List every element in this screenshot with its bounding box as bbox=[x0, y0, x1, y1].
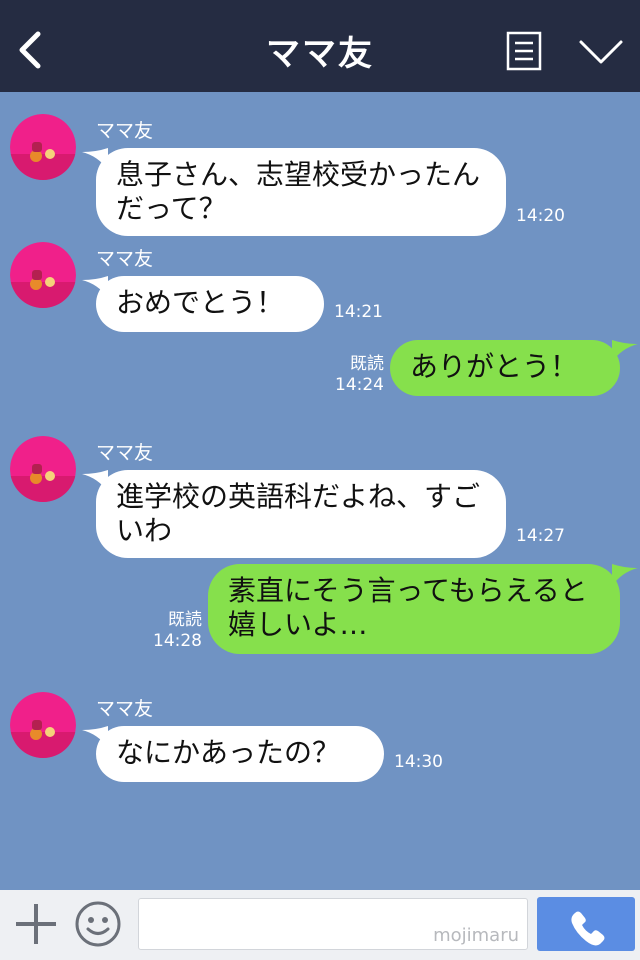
watermark-text: mojimaru bbox=[433, 925, 519, 946]
read-receipt: 既読 14:28 bbox=[148, 610, 202, 652]
sender-name: ママ友 bbox=[96, 248, 154, 270]
avatar[interactable] bbox=[10, 692, 76, 758]
avatar[interactable] bbox=[10, 436, 76, 502]
message-bubble[interactable]: 進学校の英語科だよね、すごいわ bbox=[96, 470, 506, 558]
sender-name: ママ友 bbox=[96, 698, 154, 720]
message-bubble[interactable]: 素直にそう言ってもらえると嬉しいよ… bbox=[208, 564, 620, 654]
sender-name: ママ友 bbox=[96, 442, 154, 464]
message-time: 14:21 bbox=[334, 302, 383, 322]
message-bubble[interactable]: おめでとう！ bbox=[96, 276, 324, 332]
smiley-icon[interactable] bbox=[74, 900, 122, 948]
chat-title: ママ友 bbox=[266, 34, 374, 74]
read-receipt: 既読 14:24 bbox=[330, 354, 384, 396]
message-time: 14:30 bbox=[394, 752, 443, 772]
sender-name: ママ友 bbox=[96, 120, 154, 142]
plus-icon[interactable] bbox=[14, 902, 58, 946]
avatar[interactable] bbox=[10, 114, 76, 180]
message-time: 14:27 bbox=[516, 526, 565, 546]
chat-header: ママ友 bbox=[0, 0, 640, 92]
message-time: 14:20 bbox=[516, 206, 565, 226]
chevron-down-icon[interactable] bbox=[578, 38, 624, 66]
message-input[interactable]: mojimaru bbox=[138, 898, 528, 950]
bubble-tail bbox=[612, 564, 638, 586]
message-time: 14:28 bbox=[153, 631, 202, 651]
message-bubble[interactable]: なにかあったの？ bbox=[96, 726, 384, 782]
read-label: 既読 bbox=[168, 610, 202, 630]
phone-icon bbox=[571, 911, 605, 946]
bubble-tail bbox=[612, 340, 638, 362]
message-time: 14:24 bbox=[335, 375, 384, 395]
call-button[interactable] bbox=[537, 897, 635, 951]
read-label: 既読 bbox=[350, 354, 384, 374]
menu-list-icon[interactable] bbox=[506, 31, 542, 71]
chat-area[interactable]: ママ友 息子さん、志望校受かったんだって？ 14:20 ママ友 おめでとう！ 1… bbox=[0, 92, 640, 890]
message-bubble[interactable]: ありがとう！ bbox=[390, 340, 620, 396]
avatar[interactable] bbox=[10, 242, 76, 308]
message-bubble[interactable]: 息子さん、志望校受かったんだって？ bbox=[96, 148, 506, 236]
